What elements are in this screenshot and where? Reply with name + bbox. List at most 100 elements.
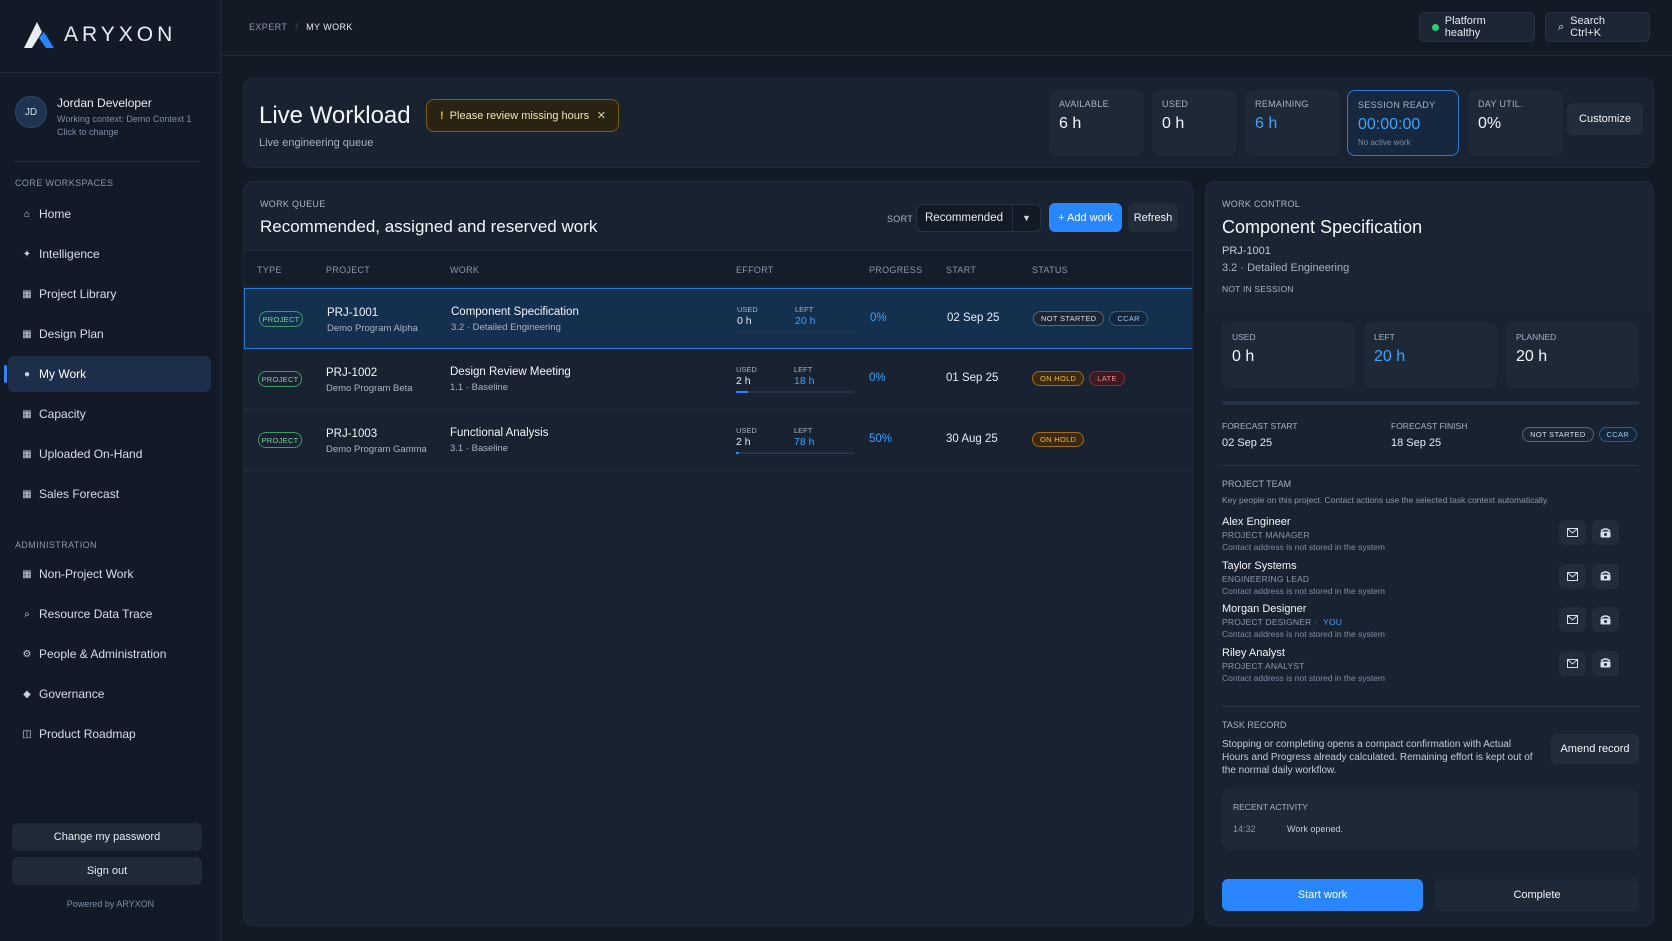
powered-by: Powered by ARYXON [66,899,155,909]
breadcrumb-expert[interactable]: EXPERT [249,22,287,32]
column-status[interactable]: STATUS [1032,265,1068,275]
administration-label: ADMINISTRATION [15,540,97,550]
project-cell: PRJ-1001 Demo Program Alpha [327,307,418,334]
refresh-button[interactable]: Refresh [1128,203,1178,232]
work-cell: Component Specification 3.2 · Detailed E… [451,306,579,333]
platform-health-status[interactable]: Platform healthy [1419,12,1535,42]
effort-bar [737,331,855,333]
sort-select[interactable]: Recommended ▼ [916,204,1041,232]
amend-record-button[interactable]: Amend record [1551,734,1639,764]
diamond-icon: ◆ [23,688,31,700]
used-value: 2 h [736,436,751,448]
sidebar-item-sales-forecast[interactable]: ▦ Sales Forecast [8,476,211,512]
sidebar-item-non-project-work[interactable]: ▦ Non-Project Work [8,556,211,592]
brand-logo[interactable]: ARYXON [22,20,176,50]
mail-icon [1567,571,1578,581]
sidebar-item-label: My Work [39,367,87,381]
call-button[interactable] [1592,650,1619,676]
table-row[interactable]: PROJECT PRJ-1002 Demo Program Beta Desig… [244,349,1192,410]
sidebar-item-my-work[interactable]: ● My Work [4,356,211,392]
stat-value: 6 h [1059,115,1082,132]
core-workspaces-label: CORE WORKSPACES [15,178,114,188]
complete-button[interactable]: Complete [1435,879,1639,911]
work-cell: Functional Analysis 3.1 · Baseline [450,427,548,454]
call-button[interactable] [1592,520,1619,545]
add-work-button[interactable]: + Add work [1049,203,1122,232]
left-value: 78 h [794,436,815,448]
stat-value: 0 h [1162,115,1185,132]
work-control-label: WORK CONTROL [1222,199,1301,209]
sidebar-item-project-library[interactable]: ▦ Project Library [8,276,211,312]
sidebar-item-home[interactable]: ⌂ Home [8,196,211,232]
email-button[interactable] [1559,650,1586,676]
metric-value: 20 h [1516,348,1548,365]
email-button[interactable] [1559,563,1586,589]
member-role-text: PROJECT DESIGNER · [1222,617,1318,627]
close-icon[interactable]: ✕ [597,109,606,122]
search-button[interactable]: ⌕ Search Ctrl+K [1545,12,1650,42]
grid-icon: ▦ [22,288,32,300]
sidebar-item-governance[interactable]: ◆ Governance [8,676,211,712]
sidebar-item-label: Intelligence [39,247,100,261]
metric-used: USED 0 h [1222,322,1355,388]
missing-hours-alert[interactable]: ! Please review missing hours ✕ [426,99,619,132]
metric-label: LEFT [1374,332,1395,342]
stat-label: SESSION READY [1358,100,1436,110]
column-work[interactable]: WORK [450,265,479,275]
sort-label: SORT [887,214,914,224]
member-role-text: PROJECT ANALYST [1222,660,1305,671]
sidebar-item-label: Resource Data Trace [39,607,153,621]
column-project[interactable]: PROJECT [326,265,370,275]
email-button[interactable] [1559,607,1586,632]
phone-icon [1600,527,1611,537]
left-value: 18 h [794,375,815,387]
sidebar-item-intelligence[interactable]: ✦ Intelligence [8,236,211,272]
change-password-button[interactable]: Change my password [12,823,202,851]
sidebar-item-product-roadmap[interactable]: ◫ Product Roadmap [8,716,211,752]
project-id: PRJ-1003 [326,428,378,440]
email-button[interactable] [1559,520,1586,545]
stat-label: DAY UTIL. [1478,99,1523,109]
start-work-button[interactable]: Start work [1222,879,1423,911]
breadcrumb: EXPERT / MY WORK [249,22,353,32]
divider [0,72,221,73]
call-button[interactable] [1592,563,1619,589]
sign-out-button[interactable]: Sign out [12,857,202,885]
sidebar-item-design-plan[interactable]: ▦ Design Plan [8,316,211,352]
sidebar-item-resource-data-trace[interactable]: ⌕ Resource Data Trace [8,596,211,632]
work-title: Functional Analysis [450,427,549,439]
stat-value: 0% [1478,115,1502,132]
type-badge: PROJECT [258,432,302,448]
stat-used: USED 0 h [1152,90,1237,156]
user-context-switcher[interactable]: JD Jordan Developer Working context: Dem… [15,94,191,139]
work-control-panel: WORK CONTROL Component Specification PRJ… [1205,181,1654,926]
customize-button[interactable]: Customize [1567,103,1643,135]
warning-icon: ! [440,109,444,122]
you-badge: YOU [1323,617,1343,627]
work-control-project: PRJ-1001 [1222,245,1271,257]
sidebar-item-label: People & Administration [39,647,167,661]
type-badge: PROJECT [258,371,302,387]
sidebar-item-people-administration[interactable]: ⚙ People & Administration [8,636,211,672]
metric-label: USED [1232,332,1256,342]
sidebar-item-uploaded-on-hand[interactable]: ▦ Uploaded On-Hand [8,436,211,472]
sort-value: Recommended [925,212,1003,224]
sidebar-item-label: Product Roadmap [39,727,136,741]
topbar: EXPERT / MY WORK Platform healthy ⌕ Sear… [221,0,1672,56]
column-progress[interactable]: PROGRESS [869,265,922,275]
grid-icon: ▦ [22,448,32,460]
column-start[interactable]: START [946,265,976,275]
column-effort[interactable]: EFFORT [736,265,774,275]
status-badges: NOT STARTED CCAR [1522,427,1637,442]
page-subtitle: Live engineering queue [259,137,374,149]
sidebar-item-label: Capacity [39,407,86,421]
call-button[interactable] [1592,607,1619,632]
column-type[interactable]: TYPE [257,265,282,275]
team-member: Alex Engineer PROJECT MANAGER Contact ad… [1222,516,1639,556]
recent-activity: RECENT ACTIVITY 14:32 Work opened. [1222,789,1639,850]
stat-label: AVAILABLE [1059,99,1109,109]
table-row[interactable]: PROJECT PRJ-1003 Demo Program Gamma Func… [244,410,1192,471]
sidebar-item-capacity[interactable]: ▦ Capacity [8,396,211,432]
table-header: TYPE PROJECT WORK EFFORT PROGRESS START … [244,250,1192,287]
table-row[interactable]: PROJECT PRJ-1001 Demo Program Alpha Comp… [244,288,1192,349]
